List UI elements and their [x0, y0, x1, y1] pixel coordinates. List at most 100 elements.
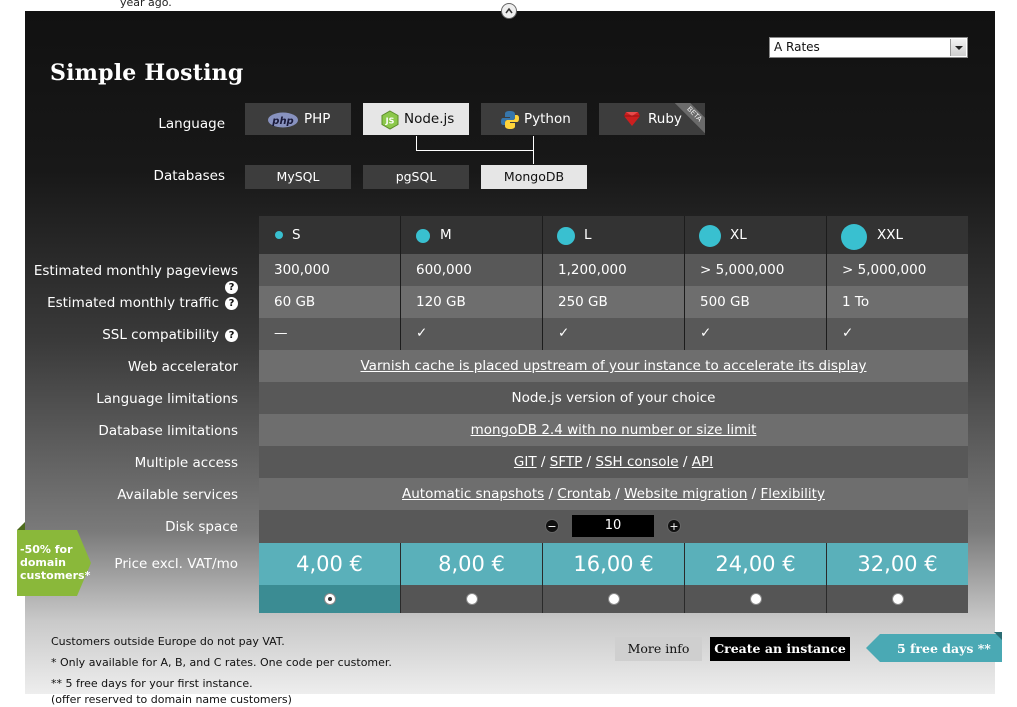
- traffic-m: 120 GB: [401, 286, 543, 318]
- pageviews-s: 300,000: [259, 254, 401, 286]
- size-l-icon: [557, 227, 575, 245]
- plan-xl-radio[interactable]: [749, 593, 762, 605]
- pageviews-label: Estimated monthly pageviews?: [33, 263, 238, 294]
- db-pgsql-button[interactable]: pgSQL: [363, 165, 469, 189]
- ssl-xl: ✓: [685, 318, 827, 350]
- db-limits-row: mongoDB 2.4 with no number or size limit: [259, 414, 968, 446]
- pageviews-m: 600,000: [401, 254, 543, 286]
- sftp-link[interactable]: SFTP: [550, 454, 582, 470]
- size-header-s: S: [259, 216, 401, 254]
- dropdown-arrow-icon[interactable]: [950, 39, 966, 56]
- plan-xxl-cell[interactable]: [827, 585, 968, 613]
- python-icon: [501, 111, 519, 129]
- web-accel-link[interactable]: Varnish cache is placed upstream of your…: [361, 358, 867, 374]
- traffic-xxl: 1 To: [827, 286, 968, 318]
- lang-limits-label: Language limitations: [96, 391, 238, 407]
- website-migration-link[interactable]: Website migration: [624, 486, 747, 502]
- help-icon[interactable]: ?: [225, 281, 238, 294]
- ssl-xxl: ✓: [827, 318, 968, 350]
- rates-select[interactable]: A Rates: [769, 37, 968, 58]
- page-title: Simple Hosting: [50, 60, 244, 86]
- web-accel-label: Web accelerator: [127, 359, 238, 375]
- create-instance-button[interactable]: Create an instance: [710, 637, 850, 661]
- size-m-icon: [416, 229, 430, 243]
- db-limits-label: Database limitations: [98, 423, 238, 439]
- traffic-l: 250 GB: [543, 286, 685, 318]
- price-l: 16,00 €: [543, 543, 685, 585]
- price-xl: 24,00 €: [685, 543, 827, 585]
- more-info-button[interactable]: More info: [615, 637, 702, 661]
- db-mysql-button[interactable]: MySQL: [245, 165, 351, 189]
- size-header-xl: XL: [685, 216, 827, 254]
- rates-select-value: A Rates: [774, 40, 820, 54]
- price-label: Price excl. VAT/mo: [114, 556, 238, 572]
- disk-increase-button[interactable]: +: [667, 519, 681, 533]
- databases-label: Databases: [153, 168, 225, 184]
- rates-note: * Only available for A, B, and C rates. …: [51, 656, 392, 669]
- collapse-button[interactable]: [501, 3, 517, 19]
- language-nodejs-label: Node.js: [404, 111, 455, 127]
- help-icon[interactable]: ?: [225, 329, 238, 342]
- db-limits-link[interactable]: mongoDB 2.4 with no number or size limit: [471, 422, 757, 438]
- language-python-label: Python: [524, 111, 571, 127]
- language-php-button[interactable]: php PHP: [245, 103, 351, 135]
- check-icon: ✓: [842, 325, 854, 341]
- traffic-xl: 500 GB: [685, 286, 827, 318]
- svg-text:JS: JS: [385, 117, 395, 126]
- language-python-button[interactable]: Python: [481, 103, 587, 135]
- size-s-icon: [275, 231, 283, 239]
- multi-access-row: GIT / SFTP / SSH console / API: [259, 446, 968, 478]
- services-row: Automatic snapshots / Crontab / Website …: [259, 478, 968, 510]
- ssh-console-link[interactable]: SSH console: [595, 454, 678, 470]
- snapshots-link[interactable]: Automatic snapshots: [402, 486, 544, 502]
- lang-limits-value: Node.js version of your choice: [511, 390, 716, 406]
- db-connector-stub: [533, 150, 534, 164]
- ssl-l: ✓: [543, 318, 685, 350]
- language-ruby-button[interactable]: Ruby BETA: [599, 103, 705, 135]
- ssl-m: ✓: [401, 318, 543, 350]
- plan-m-radio[interactable]: [465, 593, 478, 605]
- size-xl-icon: [699, 225, 721, 247]
- ssl-label: SSL compatibility?: [20, 327, 238, 343]
- plan-m-cell[interactable]: [401, 585, 543, 613]
- disk-space-input[interactable]: 10: [572, 515, 654, 537]
- api-link[interactable]: API: [692, 454, 713, 470]
- web-accel-row: Varnish cache is placed upstream of your…: [259, 350, 968, 382]
- flexibility-link[interactable]: Flexibility: [761, 486, 825, 502]
- price-xxl: 32,00 €: [827, 543, 968, 585]
- price-m: 8,00 €: [401, 543, 543, 585]
- plan-xl-cell[interactable]: [685, 585, 827, 613]
- pageviews-l: 1,200,000: [543, 254, 685, 286]
- pageviews-xxl: > 5,000,000: [827, 254, 968, 286]
- language-php-label: PHP: [304, 111, 331, 127]
- plan-s-radio[interactable]: [323, 593, 336, 605]
- free-days-note: ** 5 free days for your first instance.: [51, 677, 253, 690]
- traffic-label: Estimated monthly traffic?: [20, 295, 238, 311]
- db-mongodb-button[interactable]: MongoDB: [481, 165, 587, 189]
- check-icon: ✓: [700, 325, 712, 341]
- plan-l-cell[interactable]: [543, 585, 685, 613]
- size-header-xxl: XXL: [827, 216, 968, 254]
- nodejs-icon: JS: [381, 110, 399, 130]
- beta-badge: BETA: [675, 103, 705, 133]
- git-link[interactable]: GIT: [514, 454, 537, 470]
- previous-content-text: year ago.: [120, 0, 172, 9]
- plan-s-cell[interactable]: [259, 585, 401, 613]
- disk-decrease-button[interactable]: −: [545, 519, 559, 533]
- plan-l-radio[interactable]: [607, 593, 620, 605]
- crontab-link[interactable]: Crontab: [557, 486, 611, 502]
- size-xxl-icon: [841, 224, 867, 250]
- chevron-up-icon: [505, 7, 513, 14]
- plan-xxl-radio[interactable]: [891, 593, 904, 605]
- pageviews-xl: > 5,000,000: [685, 254, 827, 286]
- language-label: Language: [158, 116, 225, 132]
- offer-note: (offer reserved to domain name customers…: [51, 693, 292, 706]
- help-icon[interactable]: ?: [225, 297, 238, 310]
- svg-text:php: php: [271, 116, 293, 127]
- php-icon: php: [268, 112, 298, 128]
- price-s: 4,00 €: [259, 543, 401, 585]
- language-db-connector: [416, 136, 534, 151]
- size-header-m: M: [401, 216, 543, 254]
- language-nodejs-button[interactable]: JS Node.js: [363, 103, 469, 135]
- services-label: Available services: [117, 487, 238, 503]
